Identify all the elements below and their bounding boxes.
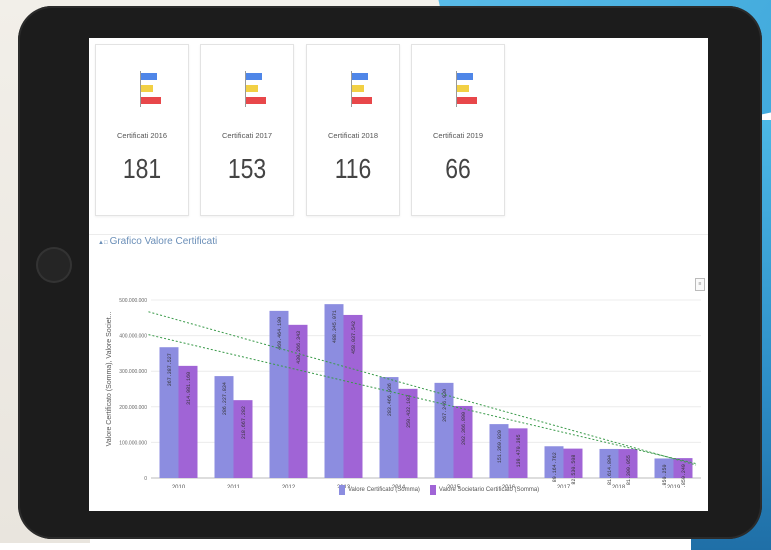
- y-tick-label: 400.000.000: [119, 334, 147, 340]
- legend-swatch: [429, 485, 436, 495]
- collapse-icon[interactable]: ▲□: [98, 240, 108, 246]
- data-label: 89.164.762: [552, 452, 558, 482]
- bar-chart-icon: [237, 71, 277, 107]
- bar-chart-icon: [343, 71, 383, 107]
- icon-bar-yellow: [141, 85, 153, 92]
- card-label: Certificati 2016: [116, 131, 168, 140]
- chart-legend: Valore Certificato (Somma) Valore Societ…: [339, 485, 539, 495]
- y-axis-title: Valore Certificato (Somma), Valore Socie…: [106, 312, 113, 447]
- y-tick-label: 100.000.000: [119, 440, 147, 446]
- data-label: 458.037.542: [351, 321, 357, 354]
- data-label: 488.345.071: [332, 310, 338, 343]
- data-label: 202.366.890: [461, 412, 467, 445]
- legend-swatch: [339, 485, 345, 495]
- legend-item[interactable]: Valore Certificato (Somma): [339, 485, 420, 495]
- icon-bar-blue: [352, 73, 368, 80]
- icon-bar-red: [352, 97, 372, 104]
- icon-bar-blue: [457, 73, 473, 80]
- card-label: Certificati 2018: [327, 131, 379, 140]
- legend-label: Valore Societario Certificato (Somma): [438, 487, 540, 493]
- card-value: 181: [122, 153, 162, 184]
- y-tick-label: 500.000.000: [119, 298, 147, 304]
- data-label: 139.470.395: [516, 434, 522, 467]
- icon-bar-blue: [141, 73, 157, 80]
- kpi-card-2016[interactable]: Certificati 2016 181: [95, 44, 189, 216]
- data-label: 82.530.508: [571, 455, 577, 485]
- section-title[interactable]: ▲□ Grafico Valore Certificati: [98, 236, 217, 247]
- section-title-text: Grafico Valore Certificati: [109, 236, 218, 247]
- data-label: 250.432.103: [406, 395, 412, 428]
- icon-bar-yellow: [352, 85, 364, 92]
- tablet-screen: Certificati 2016 181 Certificati 2017 15…: [89, 38, 708, 511]
- icon-bar-yellow: [457, 85, 469, 92]
- data-label: 314.981.160: [186, 372, 192, 405]
- card-label: Certificati 2019: [432, 131, 484, 140]
- data-label: 286.227.834: [222, 382, 228, 415]
- icon-bar-red: [141, 97, 161, 104]
- bar-chart-icon: [448, 71, 488, 107]
- x-tick-label: 2012: [282, 485, 296, 488]
- home-button[interactable]: [36, 247, 72, 283]
- data-label: 469.464.190: [277, 317, 283, 350]
- y-tick-label: 0: [144, 476, 147, 482]
- data-label: 81.300.055: [626, 455, 632, 485]
- icon-bar-red: [457, 97, 477, 104]
- data-label: 430.266.343: [296, 331, 302, 364]
- legend-item[interactable]: Valore Societario Certificato (Somma): [429, 485, 540, 495]
- x-tick-label: 2018: [612, 485, 626, 488]
- card-label: Certificati 2017: [221, 131, 273, 140]
- bar-chart: 0 100.000.000 200.000.000 300.000.000 400.00…: [106, 298, 701, 488]
- data-label: 55.850.249: [681, 464, 687, 488]
- card-value: 116: [334, 153, 372, 184]
- kpi-card-2019[interactable]: Certificati 2019 66: [411, 44, 505, 216]
- icon-bar-red: [246, 97, 266, 104]
- icon-bar-yellow: [246, 85, 258, 92]
- x-tick-label: 2019: [667, 485, 681, 488]
- x-tick-label: 2011: [227, 485, 241, 488]
- data-label: 218.667.282: [241, 406, 247, 439]
- data-label: 283.466.036: [387, 383, 393, 416]
- y-tick-label: 300.000.000: [119, 369, 147, 375]
- data-label: 151.360.020: [497, 430, 503, 463]
- y-tick-label: 200.000.000: [119, 405, 147, 411]
- data-label: 367.387.527: [167, 353, 173, 386]
- x-tick-label: 2010: [172, 485, 186, 488]
- card-value: 153: [227, 153, 267, 184]
- kpi-card-2018[interactable]: Certificati 2018 116: [306, 44, 400, 216]
- data-label: 81.614.894: [607, 455, 613, 485]
- icon-bar-blue: [246, 73, 262, 80]
- legend-label: Valore Certificato (Somma): [348, 487, 420, 493]
- card-value: 66: [445, 153, 471, 184]
- section-divider: [89, 234, 708, 235]
- x-tick-label: 2017: [557, 485, 571, 488]
- kpi-card-2017[interactable]: Certificati 2017 153: [200, 44, 294, 216]
- bar-chart-icon: [132, 71, 172, 107]
